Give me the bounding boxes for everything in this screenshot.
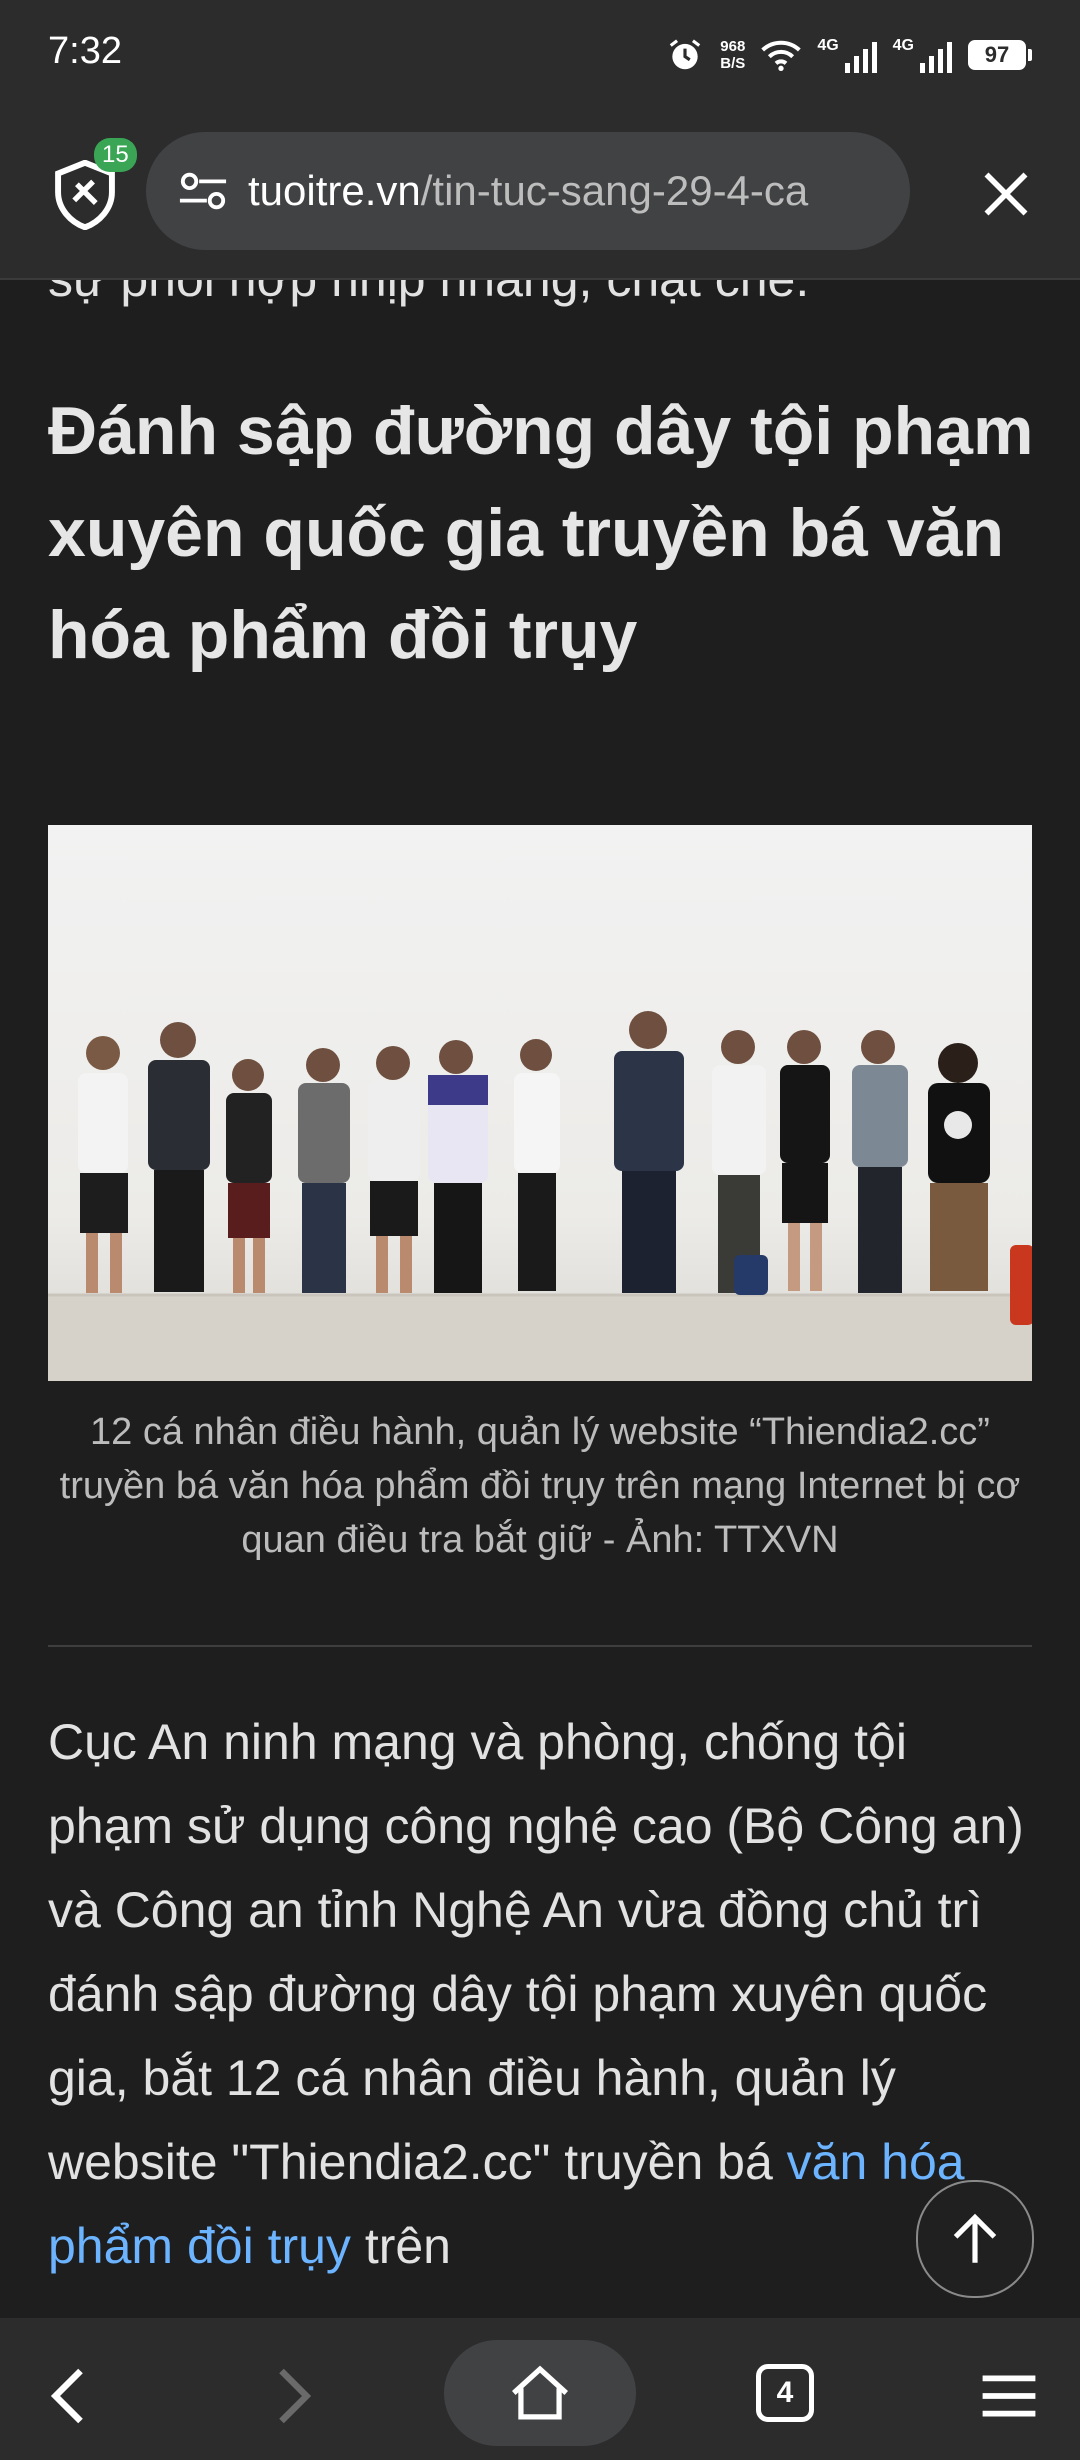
home-icon [512,2365,568,2420]
close-icon[interactable] [980,168,1032,220]
tune-icon[interactable] [178,171,228,211]
shield-badge: 15 [94,138,137,172]
status-time: 7:32 [48,30,122,72]
forward-icon[interactable] [274,2366,314,2426]
tab-count: 4 [776,2376,794,2409]
url-path: /tin-tuc-sang-29-4-ca [420,167,809,214]
status-icons: 968 B/S 4G 4G 97 [666,30,1032,80]
url-bar[interactable]: tuoitre.vn/tin-tuc-sang-29-4-ca [146,132,910,250]
signal-icon: 4G [817,37,877,73]
previous-paragraph: sự phối hợp nhịp nhàng, chặt chẽ. [48,280,809,308]
signal-1-label: 4G [817,37,839,54]
net-speed: 968 B/S [720,38,745,72]
browser-toolbar: 15 tuoitre.vn/tin-tuc-sang-29-4-ca [0,110,1080,280]
scroll-to-top-button[interactable] [916,2180,1034,2298]
url-host: tuoitre.vn [248,167,421,214]
article-heading: Đánh sập đường dây tội phạm xuyên quốc g… [48,393,1034,673]
people-silhouettes [78,1011,1032,1325]
article-photo[interactable] [48,825,1032,1381]
wifi-icon [761,40,802,71]
article-content: sự phối hợp nhịp nhàng, chặt chẽ. Đánh s… [0,280,1080,2320]
net-speed-value: 968 [720,38,746,55]
net-speed-unit: B/S [720,55,746,72]
body-text-before-link: Cục An ninh mạng và phòng, chống tội phạ… [48,1714,1024,2190]
bottom-navigation: 4 [0,2318,1080,2460]
url-text[interactable]: tuoitre.vn/tin-tuc-sang-29-4-ca [248,167,868,215]
group-photo-illustration [48,1011,1032,1381]
home-button[interactable] [444,2340,636,2446]
signal-2-label: 4G [892,37,914,54]
photo-caption: 12 cá nhân điều hành, quản lý website “T… [59,1411,1021,1561]
signal-icon: 4G [893,37,952,73]
body-text-after-link: trên [350,2218,451,2274]
article-body: Cục An ninh mạng và phòng, chống tội phạ… [48,1700,1038,2288]
back-icon[interactable] [48,2366,88,2426]
status-bar: 7:32 968 B/S 4G 4G 97 [0,0,1080,110]
divider [48,1645,1032,1647]
tabs-icon[interactable]: 4 [756,2364,814,2422]
alarm-icon [670,39,701,70]
battery-level: 97 [984,42,1010,67]
menu-icon[interactable] [980,2374,1038,2418]
arrow-up-icon [953,2213,997,2263]
battery-icon: 97 [968,40,1032,70]
